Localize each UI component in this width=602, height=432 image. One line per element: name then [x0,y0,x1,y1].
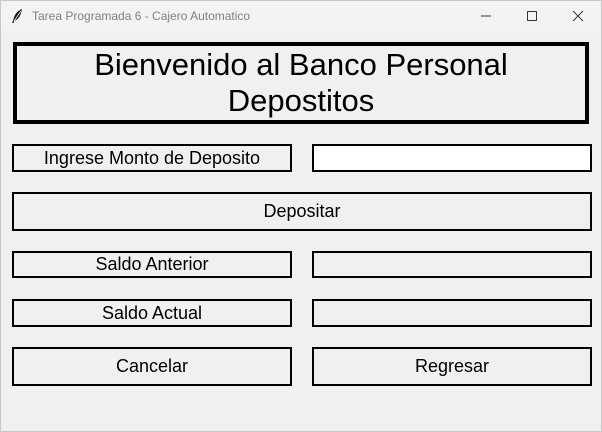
back-button[interactable]: Regresar [312,347,592,386]
cancel-button[interactable]: Cancelar [12,347,292,386]
maximize-button[interactable] [509,1,555,31]
current-balance-label: Saldo Actual [12,299,292,327]
current-balance-field [312,299,592,327]
close-icon [572,10,584,22]
deposit-amount-label: Ingrese Monto de Deposito [12,144,292,172]
maximize-icon [527,11,537,21]
previous-balance-field [312,251,592,278]
title-bar[interactable]: Tarea Programada 6 - Cajero Automatico [1,1,601,31]
app-window: Tarea Programada 6 - Cajero Automatico B… [0,0,602,432]
window-title: Tarea Programada 6 - Cajero Automatico [32,9,251,23]
previous-balance-label: Saldo Anterior [12,251,292,278]
header-subtitle: Depostitos [227,83,375,118]
header-title: Bienvenido al Banco Personal [94,47,508,82]
minimize-button[interactable] [463,1,509,31]
minimize-icon [481,15,491,17]
deposit-amount-input[interactable] [312,144,592,172]
feather-icon [10,8,24,24]
welcome-header: Bienvenido al Banco Personal Depostitos [13,42,589,124]
close-button[interactable] [555,1,601,31]
deposit-button[interactable]: Depositar [12,192,592,231]
